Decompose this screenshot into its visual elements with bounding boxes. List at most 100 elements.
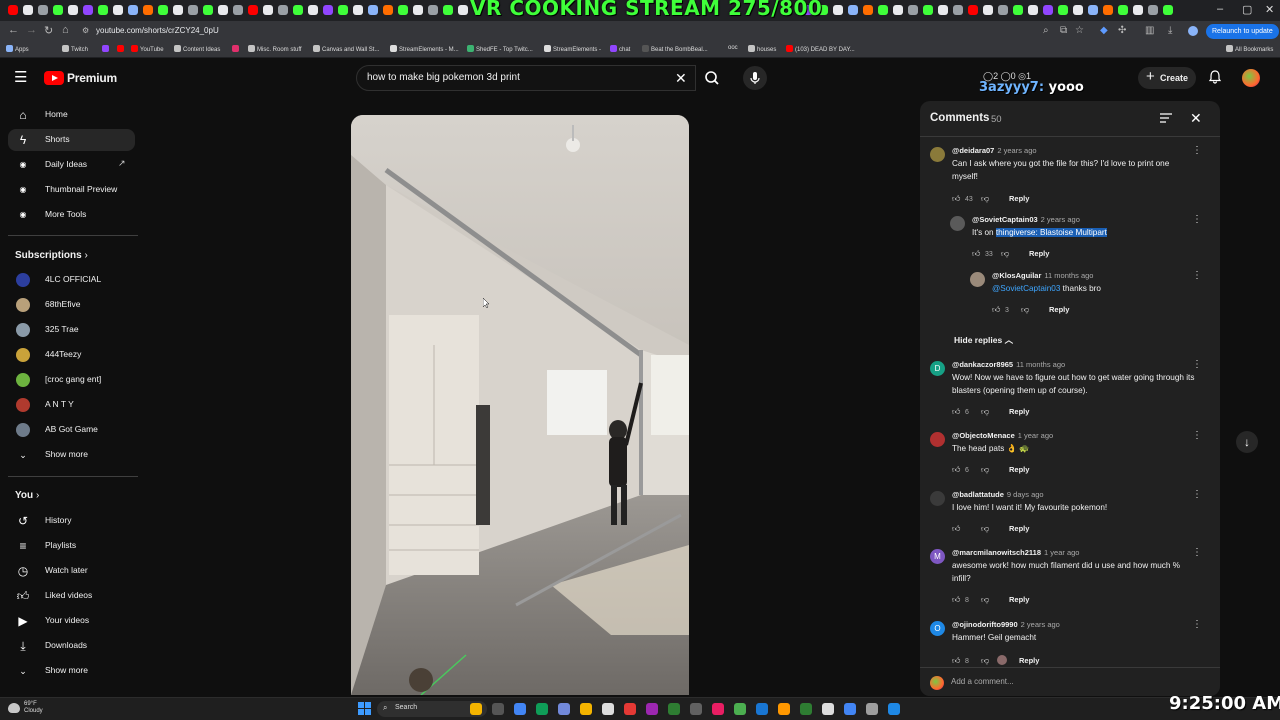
comment-time[interactable]: 2 years ago	[1041, 215, 1080, 224]
back-icon[interactable]: ←	[8, 24, 19, 36]
dislike-icon[interactable]: 👎︎	[981, 595, 991, 605]
subscription-item[interactable]: AB Got Game	[8, 419, 135, 441]
tab-favicon-icon[interactable]	[923, 5, 933, 15]
taskbar-app-icon[interactable]	[690, 703, 702, 715]
tab-favicon-icon[interactable]	[953, 5, 963, 15]
tab-favicon-icon[interactable]	[38, 5, 48, 15]
taskbar-app-icon[interactable]	[800, 703, 812, 715]
reply-button[interactable]: Reply	[1009, 524, 1029, 533]
comment-author[interactable]: @badlattatude	[952, 490, 1004, 499]
tab-favicon-icon[interactable]	[1043, 5, 1053, 15]
create-button[interactable]: Create	[1138, 66, 1196, 89]
reload-icon[interactable]: ↻	[44, 24, 53, 37]
site-info-icon[interactable]: ⚙	[82, 26, 89, 35]
taskbar-app-icon[interactable]	[712, 703, 724, 715]
bookmark-content-ideas[interactable]: Content Ideas	[174, 45, 220, 53]
shorts-video-player[interactable]	[351, 115, 689, 695]
like-icon[interactable]: 👍︎	[952, 407, 962, 417]
minimize-icon[interactable]: –	[1217, 3, 1223, 15]
install-app-icon[interactable]: ⧉	[1060, 25, 1067, 36]
relaunch-button[interactable]: Relaunch to update	[1206, 24, 1279, 39]
comment-author[interactable]: @ojinodorifto9990	[952, 620, 1018, 629]
subscription-item[interactable]: A N T Y	[8, 394, 135, 416]
tab-favicon-icon[interactable]	[203, 5, 213, 15]
hide-replies-button[interactable]: Hide replies ︿	[954, 334, 1013, 346]
dislike-icon[interactable]: 👎︎	[981, 407, 991, 417]
bookmark-misc-room[interactable]: Misc. Room stuff	[248, 45, 302, 53]
extensions-puzzle-icon[interactable]: ✣	[1118, 25, 1126, 36]
bookmark-ooc[interactable]: ooc	[728, 45, 738, 51]
bookmark-beat-the-bomb[interactable]: Beat the BombBeal...	[642, 45, 708, 53]
comment-author[interactable]: @ObjectoMenace	[952, 431, 1015, 440]
bookmark-houses[interactable]: houses	[748, 45, 776, 53]
maximize-icon[interactable]: ▢	[1242, 3, 1252, 16]
sidebar-item-home[interactable]: ⌂ Home	[8, 104, 135, 126]
tab-favicon-icon[interactable]	[113, 5, 123, 15]
bookmark-twitch-icon[interactable]	[102, 45, 111, 53]
bookmark-apps[interactable]: Apps	[6, 45, 29, 53]
tab-favicon-icon[interactable]	[338, 5, 348, 15]
comment-time[interactable]: 11 months ago	[1016, 360, 1065, 369]
taskbar-app-icon[interactable]	[514, 703, 526, 715]
dislike-icon[interactable]: 👎︎	[1001, 249, 1011, 259]
search-input[interactable]	[367, 72, 667, 83]
tab-favicon-icon[interactable]	[908, 5, 918, 15]
avatar[interactable]: O	[930, 621, 945, 636]
comment-time[interactable]: 9 days ago	[1007, 490, 1044, 499]
bookmark-dead-by-daylight[interactable]: (103) DEAD BY DAY...	[786, 45, 855, 53]
dislike-icon[interactable]: 👎︎	[981, 656, 991, 666]
taskbar-app-icon[interactable]	[822, 703, 834, 715]
bookmark-streamelements-2[interactable]: StreamElements -	[544, 45, 601, 53]
tab-favicon-icon[interactable]	[143, 5, 153, 15]
bookmark-youtube[interactable]: YouTube	[131, 45, 164, 53]
sidebar-item-playlists[interactable]: ≡ Playlists	[8, 535, 135, 557]
tab-favicon-icon[interactable]	[1013, 5, 1023, 15]
avatar[interactable]	[950, 216, 965, 231]
tab-favicon-icon[interactable]	[983, 5, 993, 15]
comment-time[interactable]: 11 months ago	[1044, 271, 1093, 280]
voice-search-button[interactable]	[743, 66, 767, 90]
tab-favicon-icon[interactable]	[98, 5, 108, 15]
comment-time[interactable]: 2 years ago	[997, 146, 1036, 155]
sidebar-item-more-tools[interactable]: ◉ More Tools	[8, 204, 135, 226]
next-video-arrow-icon[interactable]: ↓	[1236, 431, 1258, 453]
taskbar-app-icon[interactable]	[492, 703, 504, 715]
sort-icon[interactable]	[1159, 112, 1173, 124]
subscriptions-heading[interactable]: Subscriptions ›	[15, 250, 88, 261]
sidebar-item-history[interactable]: ↺ History	[8, 510, 135, 532]
like-icon[interactable]: 👍︎	[952, 524, 962, 534]
profile-avatar[interactable]	[1188, 26, 1198, 36]
subscription-item[interactable]: 4LC OFFICIAL	[8, 269, 135, 291]
taskbar-app-icon[interactable]	[734, 703, 746, 715]
more-options-icon[interactable]: ⋮	[1192, 490, 1202, 500]
comment-time[interactable]: 2 years ago	[1021, 620, 1060, 629]
youtube-premium-logo[interactable]: Premium	[44, 71, 117, 85]
reply-button[interactable]: Reply	[1049, 305, 1069, 314]
reply-button[interactable]: Reply	[1009, 465, 1029, 474]
thingiverse-link[interactable]: thingiverse: Blastoise Multipart	[995, 228, 1107, 237]
comment-author[interactable]: @deidara07	[952, 146, 994, 155]
show-more-subscriptions[interactable]: ⌄ Show more	[8, 444, 135, 466]
subscription-item[interactable]: 325 Trae	[8, 319, 135, 341]
tab-favicon-icon[interactable]	[233, 5, 243, 15]
avatar[interactable]	[930, 432, 945, 447]
reply-button[interactable]: Reply	[1029, 249, 1049, 258]
like-icon[interactable]: 👍︎	[972, 249, 982, 259]
extension-icon[interactable]: ◆	[1100, 25, 1108, 36]
tab-favicon-icon[interactable]	[1163, 5, 1173, 15]
sidebar-item-downloads[interactable]: ⤓ Downloads	[8, 635, 135, 657]
bookmark-chat[interactable]: chat	[610, 45, 630, 53]
you-heading[interactable]: You ›	[15, 490, 39, 501]
close-comments-icon[interactable]: ✕	[1190, 110, 1202, 127]
tab-favicon-icon[interactable]	[893, 5, 903, 15]
tab-favicon-icon[interactable]	[398, 5, 408, 15]
bookmark-star-icon[interactable]: ☆	[1075, 25, 1084, 36]
tab-favicon-icon[interactable]	[368, 5, 378, 15]
hamburger-menu-icon[interactable]: ☰	[14, 70, 30, 86]
browser-home-icon[interactable]: ⌂	[62, 24, 69, 36]
reply-button[interactable]: Reply	[1009, 595, 1029, 604]
more-options-icon[interactable]: ⋮	[1192, 146, 1202, 156]
subscription-item[interactable]: 68thEfive	[8, 294, 135, 316]
tab-favicon-icon[interactable]	[293, 5, 303, 15]
bookmark-youtube-icon[interactable]	[117, 45, 126, 53]
